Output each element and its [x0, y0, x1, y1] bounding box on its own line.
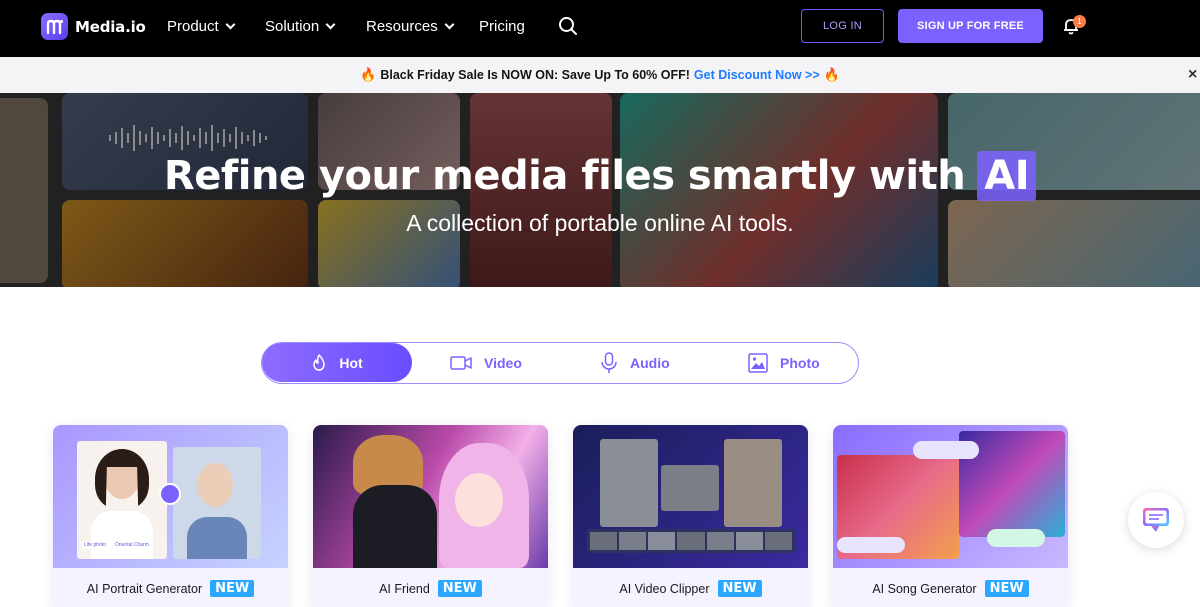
audio-wave-chip — [837, 537, 905, 553]
tool-card-ai-friend[interactable]: AI Friend NEW — [313, 425, 548, 607]
portrait-generated-image — [173, 447, 261, 559]
hero-title: Refine your media files smartly with AI — [0, 151, 1200, 201]
tab-audio[interactable]: Audio — [600, 343, 670, 382]
tab-audio-label: Audio — [630, 354, 670, 371]
chevron-down-icon — [325, 19, 336, 30]
nav-pricing-label: Pricing — [479, 18, 525, 35]
card-title: AI Friend — [379, 581, 430, 596]
card-title: AI Song Generator — [872, 581, 977, 596]
new-badge: NEW — [437, 580, 482, 597]
login-button[interactable]: LOG IN — [801, 9, 884, 43]
video-frame — [724, 439, 782, 527]
card-label: AI Friend NEW — [313, 580, 548, 597]
chat-icon — [1143, 508, 1169, 532]
tab-video-label: Video — [484, 354, 522, 371]
hero-banner: Refine your media files smartly with AI … — [0, 93, 1200, 287]
tab-photo-label: Photo — [780, 354, 820, 371]
style-tags: Life photo Oriental Charm — [81, 541, 152, 549]
video-frame — [600, 439, 658, 527]
signup-button[interactable]: SIGN UP FOR FREE — [898, 9, 1043, 43]
promo-link[interactable]: Get Discount Now >> — [694, 68, 820, 82]
new-badge: NEW — [210, 580, 255, 597]
close-icon[interactable]: × — [1188, 66, 1200, 84]
video-camera-icon — [450, 355, 472, 370]
new-badge: NEW — [984, 580, 1029, 597]
new-badge: NEW — [717, 580, 762, 597]
card-label: AI Video Clipper NEW — [573, 580, 808, 597]
nav-product[interactable]: Product — [167, 18, 236, 35]
hero-subtitle: A collection of portable online AI tools… — [406, 210, 794, 236]
tab-video[interactable]: Video — [450, 343, 522, 382]
nav-resources[interactable]: Resources — [366, 18, 455, 35]
card-thumbnail — [573, 425, 808, 568]
chat-support-button[interactable] — [1128, 492, 1184, 548]
chevron-down-icon — [444, 19, 455, 30]
notification-badge: 1 — [1073, 15, 1086, 28]
video-timeline — [587, 529, 795, 553]
microphone-icon — [601, 351, 617, 373]
card-title: AI Video Clipper — [619, 581, 710, 596]
category-tabs: Hot Video Audio Photo — [261, 342, 859, 384]
audio-wave-chip — [987, 529, 1045, 547]
tab-photo[interactable]: Photo — [748, 343, 820, 382]
card-thumbnail — [313, 425, 548, 568]
video-frame — [661, 465, 719, 511]
tool-card-song-generator[interactable]: AI Song Generator NEW — [833, 425, 1068, 607]
swap-icon — [159, 483, 181, 505]
tool-card-video-clipper[interactable]: AI Video Clipper NEW — [573, 425, 808, 607]
logo[interactable]: Media.io — [41, 13, 146, 40]
nav-product-label: Product — [167, 18, 219, 35]
tab-hot[interactable]: Hot — [262, 343, 412, 382]
style-tag: Life photo — [81, 541, 109, 549]
card-title: AI Portrait Generator — [86, 581, 203, 596]
card-thumbnail — [833, 425, 1068, 568]
nav-resources-label: Resources — [366, 18, 438, 35]
style-tag: Oriental Charm — [111, 541, 152, 549]
logo-text: Media.io — [75, 17, 146, 36]
chevron-down-icon — [225, 19, 236, 30]
tool-card-portrait-generator[interactable]: Life photo Oriental Charm AI Portrait Ge… — [53, 425, 288, 607]
tab-hot-label: Hot — [339, 354, 363, 371]
fire-icon: 🔥 — [823, 67, 840, 82]
top-navbar: Media.io Product Solution Resources Pric… — [0, 0, 1200, 57]
flame-icon — [313, 353, 326, 371]
image-icon — [748, 352, 768, 373]
promo-text: Black Friday Sale Is NOW ON: Save Up To … — [380, 68, 690, 82]
logo-icon — [41, 13, 68, 40]
nav-solution-label: Solution — [265, 18, 320, 35]
card-label: AI Song Generator NEW — [833, 580, 1068, 597]
fire-icon: 🔥 — [360, 67, 377, 82]
search-icon[interactable] — [558, 16, 578, 36]
promo-banner: 🔥 Black Friday Sale Is NOW ON: Save Up T… — [0, 57, 1200, 93]
hero-title-text: Refine your media files smartly with — [163, 153, 966, 199]
nav-solution[interactable]: Solution — [265, 18, 336, 35]
audio-wave-chip — [913, 441, 979, 459]
card-thumbnail: Life photo Oriental Charm — [53, 425, 288, 568]
hero-title-highlight: AI — [977, 151, 1037, 201]
nav-pricing[interactable]: Pricing — [479, 18, 525, 35]
card-label: AI Portrait Generator NEW — [53, 580, 288, 597]
